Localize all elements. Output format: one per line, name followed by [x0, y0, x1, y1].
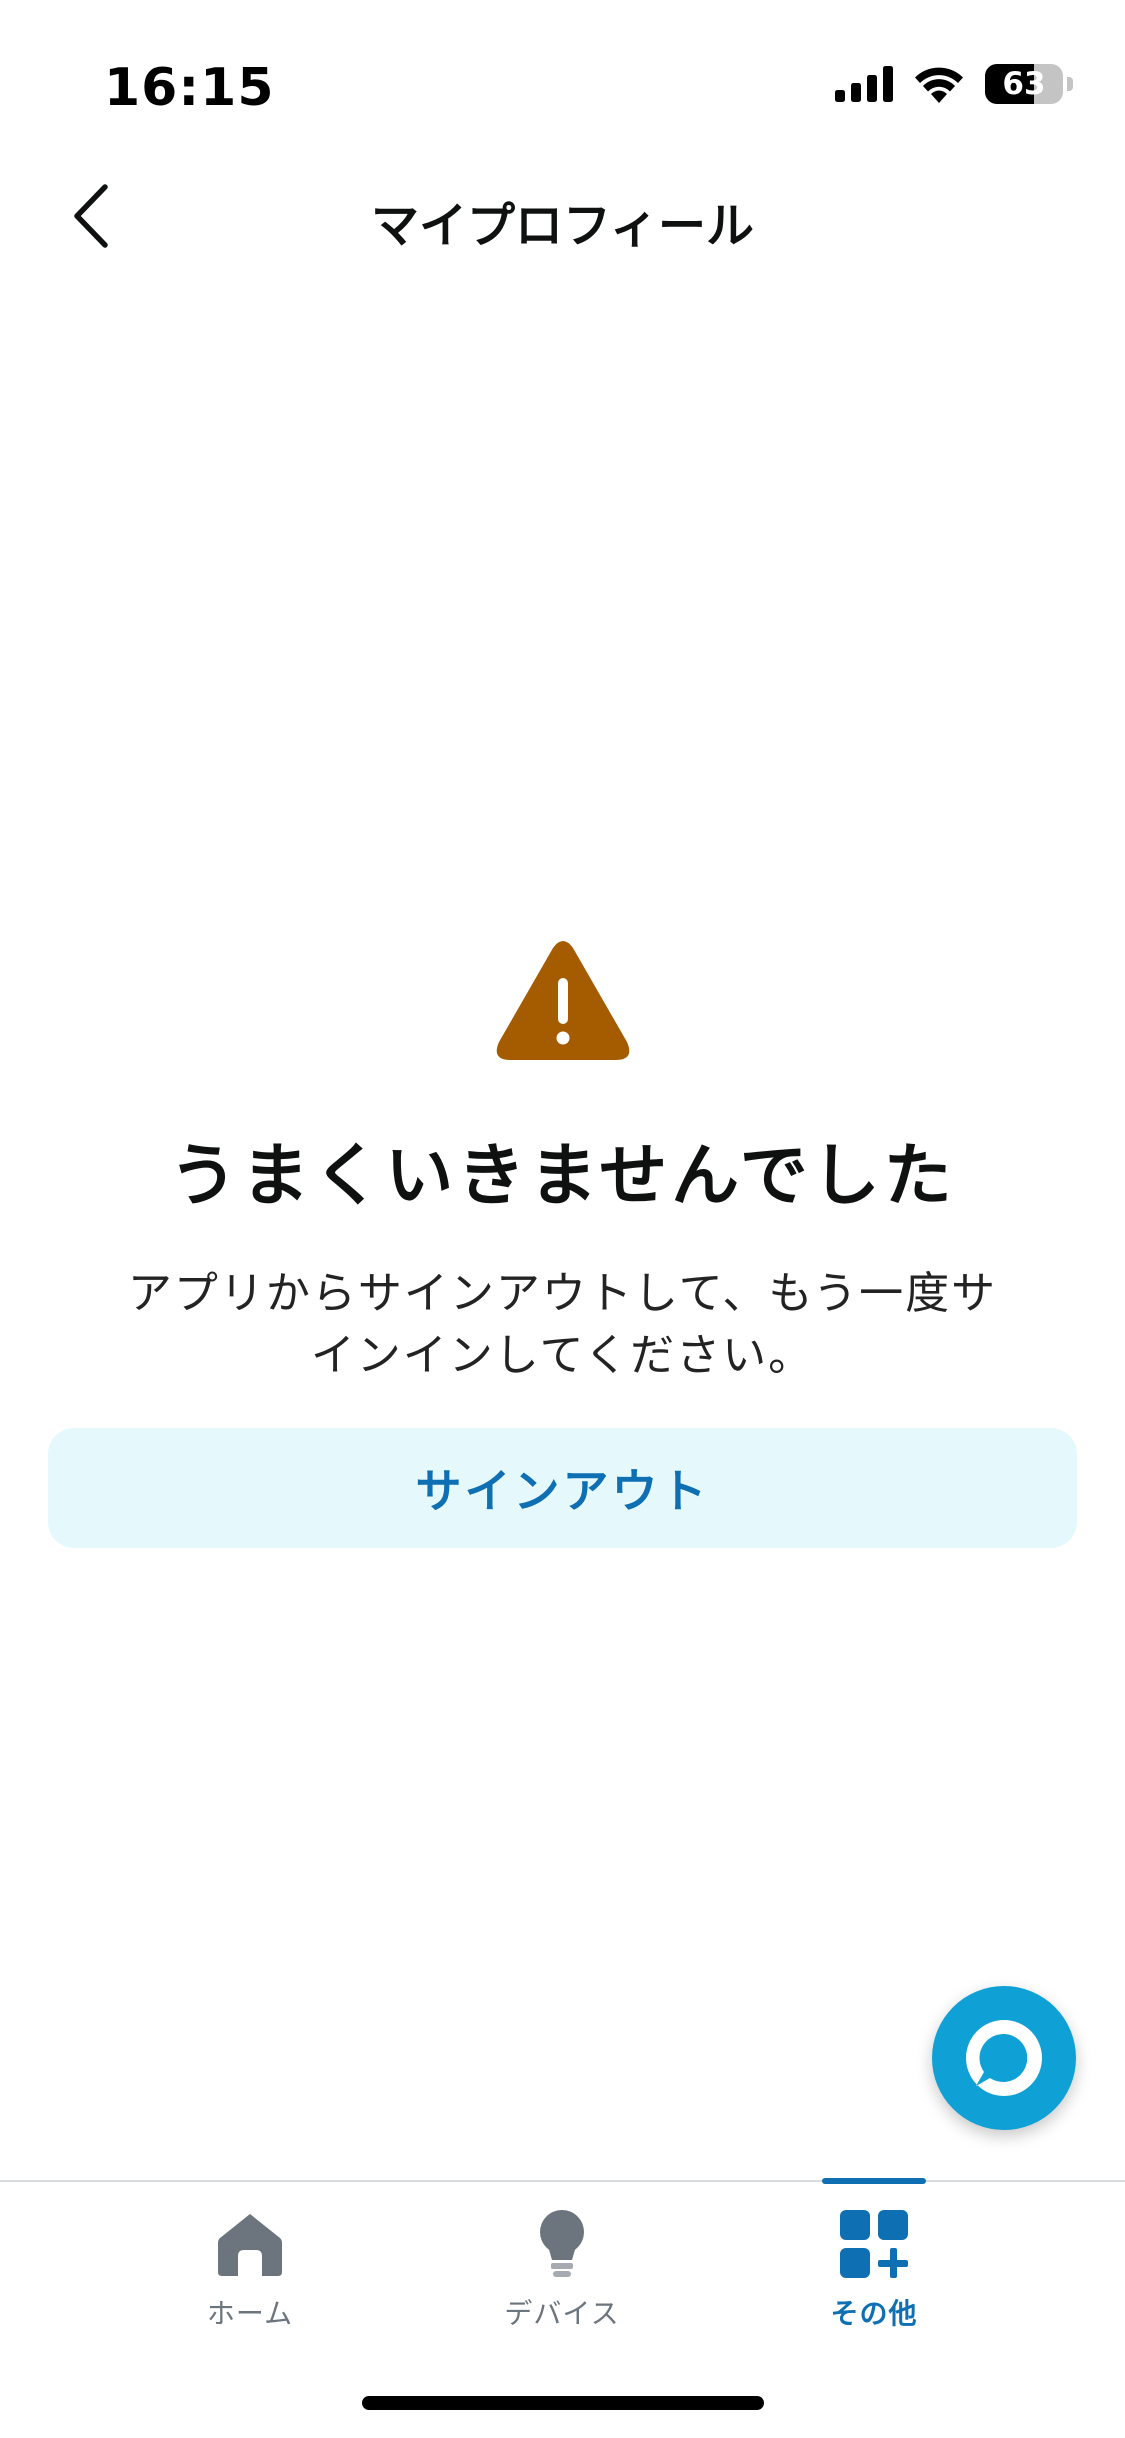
error-message-line-2: インインしてください。: [310, 1330, 815, 1381]
signout-button[interactable]: サインアウト: [48, 1428, 1077, 1548]
lightbulb-icon: [540, 2210, 584, 2277]
lightbulb-icon-wrap: [524, 2206, 600, 2282]
nav-header: マイプロフィール: [0, 160, 1125, 270]
battery-icon: 63: [985, 64, 1063, 104]
status-icons: 63: [835, 64, 1073, 104]
alexa-button[interactable]: [932, 1986, 1076, 2130]
tab-more[interactable]: その他: [759, 2178, 989, 2352]
active-tab-indicator: [822, 2178, 926, 2184]
page-title: マイプロフィール: [370, 198, 755, 254]
cellular-signal-icon: [835, 66, 893, 102]
home-icon: [218, 2214, 282, 2276]
tab-home[interactable]: ホーム: [135, 2182, 365, 2352]
status-bar: 16:15 63: [0, 0, 1125, 150]
alexa-icon: [966, 2020, 1042, 2096]
tab-home-label: ホーム: [206, 2297, 294, 2330]
tab-devices[interactable]: デバイス: [447, 2182, 677, 2352]
error-message: アプリからサインアウトして、もう一度サ インインしてください。: [93, 1263, 1033, 1387]
wifi-icon: [915, 67, 963, 103]
more-grid-icon: [840, 2210, 908, 2278]
error-title: うまくいきませんでした: [169, 1137, 956, 1216]
warning-icon: [496, 941, 629, 1060]
status-time: 16:15: [104, 58, 275, 118]
error-state: うまくいきませんでした アプリからサインアウトして、もう一度サ インインしてくだ…: [0, 940, 1125, 1387]
more-grid-icon-wrap: [836, 2206, 912, 2282]
error-message-line-1: アプリからサインアウトして、もう一度サ: [127, 1268, 998, 1319]
home-icon-wrap: [212, 2206, 288, 2282]
battery-percentage: 63: [1002, 66, 1046, 102]
tab-more-label: その他: [830, 2297, 918, 2330]
home-indicator: [362, 2396, 764, 2410]
battery-cap: [1067, 77, 1073, 91]
tab-devices-label: デバイス: [504, 2297, 620, 2330]
